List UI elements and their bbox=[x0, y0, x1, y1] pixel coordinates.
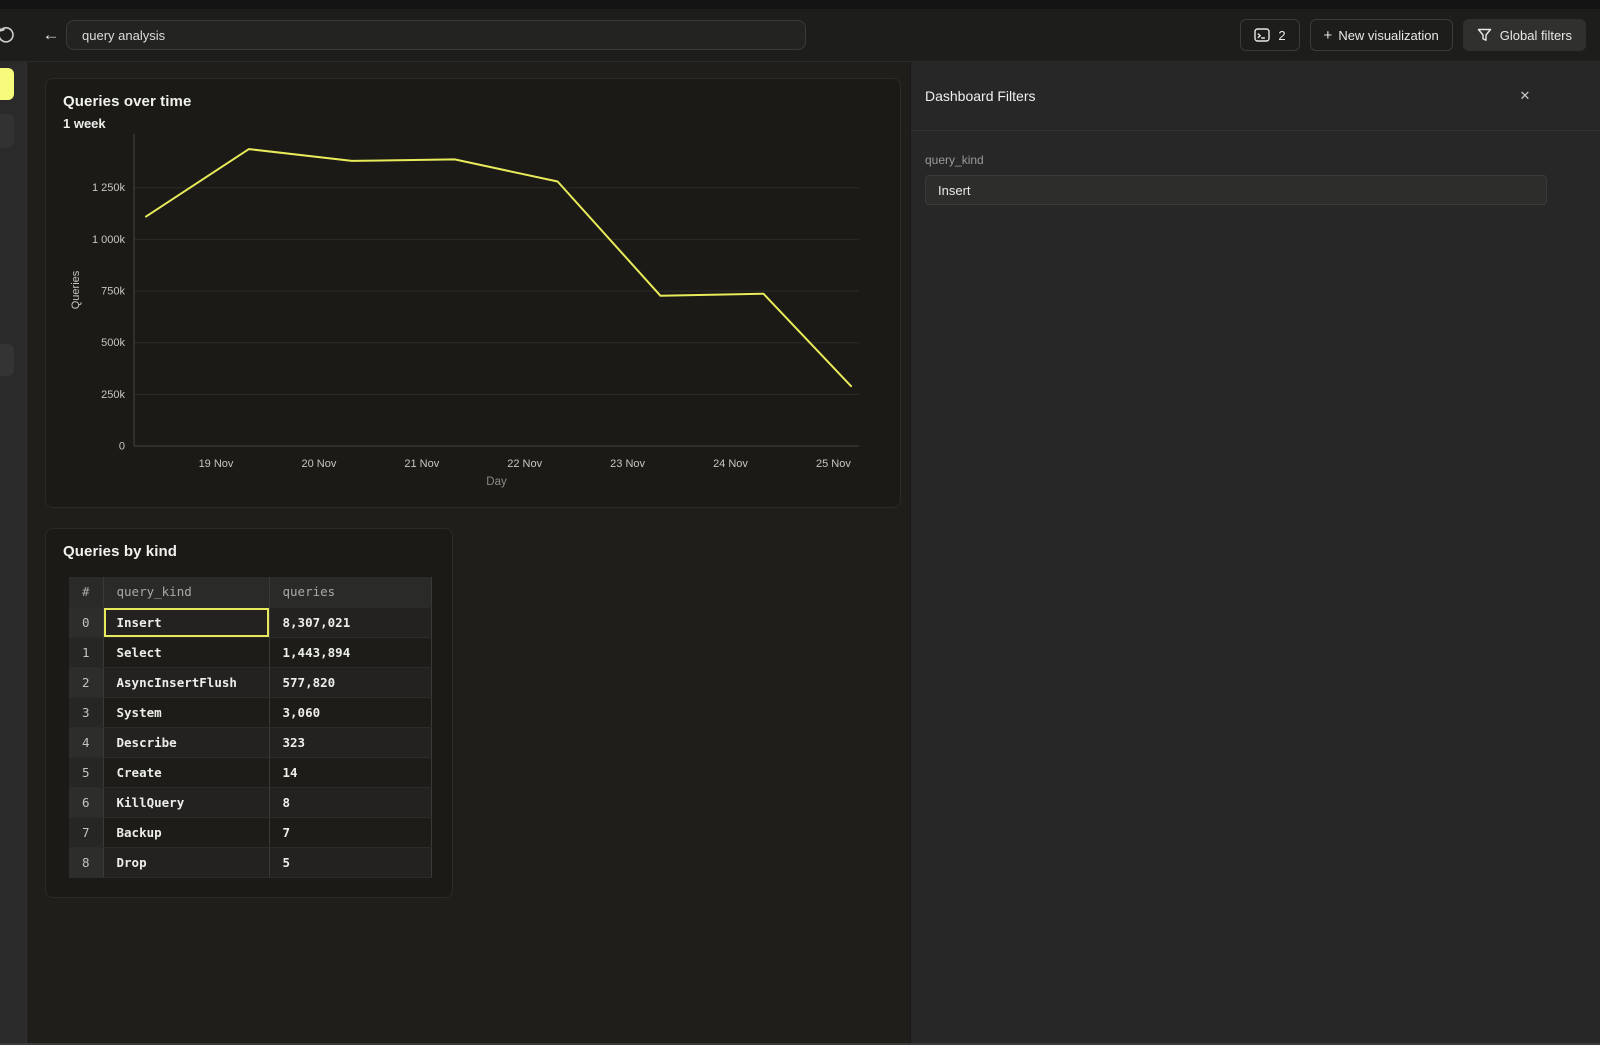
console-icon bbox=[1254, 28, 1270, 42]
dashboard-canvas: 0250k500k750k1 000k1 250k19 Nov20 Nov21 … bbox=[27, 62, 910, 1043]
y-tick-label: 1 000k bbox=[92, 234, 126, 246]
query-kind-cell[interactable]: System bbox=[103, 697, 269, 727]
app-window: ← 2 + New visualization Global bbox=[0, 0, 1600, 1045]
query-kind-filter-input[interactable] bbox=[925, 175, 1547, 205]
query-kind-cell[interactable]: KillQuery bbox=[103, 787, 269, 817]
sidebar-strip bbox=[0, 62, 27, 1043]
x-tick-label: 23 Nov bbox=[610, 458, 645, 470]
row-index-cell: 3 bbox=[69, 697, 103, 727]
back-button[interactable]: ← bbox=[38, 22, 64, 48]
table-row: 3System3,060 bbox=[69, 697, 431, 727]
row-index-cell: 1 bbox=[69, 637, 103, 667]
window-top-edge bbox=[0, 0, 1600, 9]
queries-count-cell[interactable]: 577,820 bbox=[269, 667, 431, 697]
queries-count-cell[interactable]: 3,060 bbox=[269, 697, 431, 727]
table-row: 5Create14 bbox=[69, 757, 431, 787]
x-tick-label: 25 Nov bbox=[816, 458, 851, 470]
queries-count-cell[interactable]: 5 bbox=[269, 847, 431, 877]
queries-over-time-chart[interactable]: 0 250k 500k 750k 1 000k 1 250k 19 Nov 20 Nov 21 … bbox=[46, 79, 900, 507]
queries-count-cell[interactable]: 7 bbox=[269, 817, 431, 847]
y-axis-title: Queries bbox=[70, 270, 82, 309]
table-row: 8Drop5 bbox=[69, 847, 431, 877]
query-kind-cell[interactable]: Create bbox=[103, 757, 269, 787]
query-kind-filter-label: query_kind bbox=[925, 153, 1600, 167]
sidebar-item-2[interactable] bbox=[0, 114, 14, 148]
new-visualization-label: New visualization bbox=[1338, 28, 1438, 43]
queries-count-cell[interactable]: 323 bbox=[269, 727, 431, 757]
query-kind-cell[interactable]: Drop bbox=[103, 847, 269, 877]
queries-count-cell[interactable]: 8,307,021 bbox=[269, 607, 431, 637]
dashboard-title-input[interactable] bbox=[66, 20, 806, 50]
x-tick-label: 20 Nov bbox=[301, 458, 336, 470]
topbar: ← 2 + New visualization Global bbox=[0, 9, 1600, 62]
table-title: Queries by kind bbox=[63, 543, 177, 560]
table-column-header[interactable]: # bbox=[69, 577, 103, 607]
table-row: 2AsyncInsertFlush577,820 bbox=[69, 667, 431, 697]
row-index-cell: 5 bbox=[69, 757, 103, 787]
y-tick-label: 750k bbox=[101, 286, 125, 298]
funnel-icon bbox=[1477, 28, 1492, 42]
queries-by-kind-table: #query_kindqueries 0Insert8,307,0211Sele… bbox=[69, 577, 432, 878]
chart-title: Queries over time bbox=[63, 93, 191, 110]
table-header-row: #query_kindqueries bbox=[69, 577, 431, 607]
x-axis-title: Day bbox=[486, 476, 507, 488]
table-column-header[interactable]: queries bbox=[269, 577, 431, 607]
query-kind-cell[interactable]: AsyncInsertFlush bbox=[103, 667, 269, 697]
row-index-cell: 8 bbox=[69, 847, 103, 877]
query-kind-cell[interactable]: Describe bbox=[103, 727, 269, 757]
global-filters-button[interactable]: Global filters bbox=[1463, 19, 1586, 51]
table-column-header[interactable]: query_kind bbox=[103, 577, 269, 607]
filters-panel-header: Dashboard Filters ✕ bbox=[911, 62, 1600, 131]
global-filters-label: Global filters bbox=[1500, 28, 1572, 43]
x-tick-label: 22 Nov bbox=[507, 458, 542, 470]
row-index-cell: 6 bbox=[69, 787, 103, 817]
query-kind-cell[interactable]: Insert bbox=[103, 607, 269, 637]
new-visualization-button[interactable]: + New visualization bbox=[1310, 19, 1453, 51]
sidebar-item-3[interactable] bbox=[0, 344, 14, 376]
y-tick-label: 0 bbox=[119, 441, 125, 453]
table-row: 1Select1,443,894 bbox=[69, 637, 431, 667]
row-index-cell: 4 bbox=[69, 727, 103, 757]
queries-count-cell[interactable]: 1,443,894 bbox=[269, 637, 431, 667]
row-index-cell: 2 bbox=[69, 667, 103, 697]
console-tabs-count: 2 bbox=[1278, 28, 1285, 43]
table-row: 6KillQuery8 bbox=[69, 787, 431, 817]
plus-icon: + bbox=[1324, 27, 1333, 44]
query-kind-cell[interactable]: Backup bbox=[103, 817, 269, 847]
y-tick-label: 250k bbox=[101, 389, 125, 401]
chart-subtitle: 1 week bbox=[63, 116, 106, 131]
dashboard-filters-panel: Dashboard Filters ✕ query_kind bbox=[910, 62, 1600, 1043]
close-icon[interactable]: ✕ bbox=[1514, 85, 1536, 107]
query-kind-cell[interactable]: Select bbox=[103, 637, 269, 667]
queries-by-kind-card: Queries by kind #query_kindqueries 0Inse… bbox=[45, 528, 453, 898]
x-tick-label: 24 Nov bbox=[713, 458, 748, 470]
queries-over-time-card: 0 250k 500k 750k 1 000k 1 250k 19 Nov 20 Nov 21 … bbox=[45, 78, 901, 508]
queries-count-cell[interactable]: 14 bbox=[269, 757, 431, 787]
table-row: 4Describe323 bbox=[69, 727, 431, 757]
x-tick-label: 21 Nov bbox=[404, 458, 439, 470]
table-row: 7Backup7 bbox=[69, 817, 431, 847]
row-index-cell: 7 bbox=[69, 817, 103, 847]
y-tick-label: 500k bbox=[101, 337, 125, 349]
y-tick-label: 1 250k bbox=[92, 182, 126, 194]
table-row: 0Insert8,307,021 bbox=[69, 607, 431, 637]
queries-count-cell[interactable]: 8 bbox=[269, 787, 431, 817]
x-tick-label: 19 Nov bbox=[199, 458, 234, 470]
filters-panel-title: Dashboard Filters bbox=[925, 88, 1514, 104]
series-line-queries bbox=[146, 149, 851, 386]
sidebar-item-active[interactable] bbox=[0, 68, 14, 100]
console-tabs-button[interactable]: 2 bbox=[1240, 19, 1299, 51]
row-index-cell: 0 bbox=[69, 607, 103, 637]
history-icon[interactable] bbox=[0, 23, 18, 47]
